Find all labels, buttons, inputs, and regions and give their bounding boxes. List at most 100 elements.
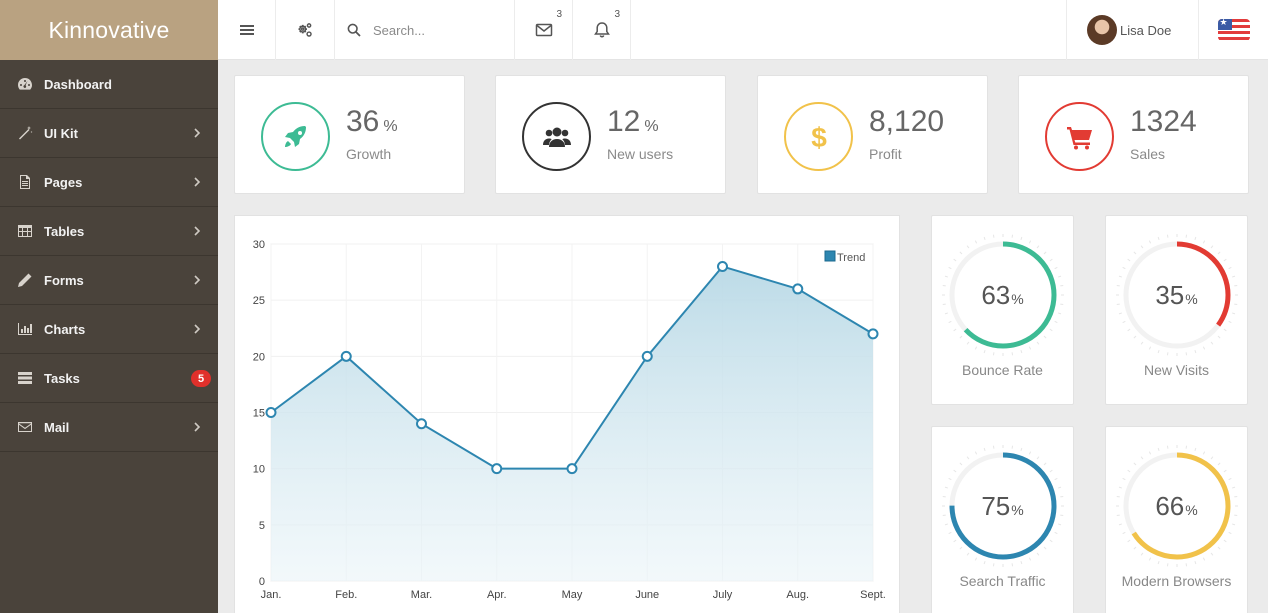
gauge-tick xyxy=(1118,312,1122,315)
settings-button[interactable] xyxy=(276,0,335,60)
gauge-tick xyxy=(1228,266,1232,270)
cart-icon xyxy=(1045,102,1114,171)
gauge-tick xyxy=(1036,245,1040,249)
stat-label: Growth xyxy=(346,146,392,162)
gauge-tick xyxy=(1049,328,1053,332)
gauge-label: Modern Browsers xyxy=(1121,573,1232,589)
sidebar-item-pages[interactable]: Pages xyxy=(0,158,218,207)
legend-label: Trend xyxy=(837,252,865,264)
gauge-tick xyxy=(1127,258,1131,262)
stat-value: 36% xyxy=(346,105,398,138)
stat-value: 8,120 xyxy=(869,105,945,138)
menu-toggle-button[interactable] xyxy=(218,0,276,60)
notifications-button[interactable]: 3 xyxy=(573,0,631,60)
sidebar-item-forms[interactable]: Forms xyxy=(0,256,218,305)
sidebar-item-charts[interactable]: Charts xyxy=(0,305,218,354)
stat-card-profit: $ 8,120 Profit xyxy=(757,75,988,194)
bar-chart-icon xyxy=(16,321,34,337)
language-selector[interactable] xyxy=(1198,0,1268,60)
users-icon xyxy=(522,102,591,171)
gauge-tick xyxy=(1043,335,1047,339)
data-point[interactable] xyxy=(641,350,653,362)
gauge-tick xyxy=(1223,258,1227,262)
search-icon xyxy=(347,23,361,37)
gauge-tick xyxy=(944,275,948,278)
gauge-tick xyxy=(1118,486,1122,489)
sidebar-item-dashboard[interactable]: Dashboard xyxy=(0,60,218,109)
gauge-tick xyxy=(1058,486,1062,489)
data-point[interactable] xyxy=(265,407,277,418)
gauge-bounce-rate: 63% Bounce Rate xyxy=(931,215,1074,405)
tasks-icon xyxy=(16,370,34,386)
gauge-tick xyxy=(1058,523,1062,526)
user-name: Lisa Doe xyxy=(1120,22,1172,38)
data-point[interactable] xyxy=(717,260,728,272)
sidebar-item-label: Forms xyxy=(44,272,84,288)
gauge-tick xyxy=(1043,546,1047,550)
gauge-tick xyxy=(1223,328,1227,332)
search-input[interactable] xyxy=(373,22,503,38)
y-tick-label: 0 xyxy=(259,576,265,588)
search-box xyxy=(335,0,515,60)
notifications-count: 3 xyxy=(614,9,620,20)
sidebar-item-ui-kit[interactable]: UI Kit xyxy=(0,109,218,158)
gauge-tick xyxy=(1054,531,1058,535)
pencil-icon xyxy=(16,272,34,288)
stat-label: Profit xyxy=(869,146,902,162)
gauge-tick xyxy=(1228,531,1232,535)
stat-label: New users xyxy=(607,146,674,162)
x-tick-label: May xyxy=(562,589,583,601)
sidebar-item-label: UI Kit xyxy=(44,125,78,141)
gauge-tick xyxy=(1232,312,1236,315)
gauge-tick xyxy=(1122,266,1126,270)
data-point[interactable] xyxy=(867,328,879,340)
gauge-tick xyxy=(1036,341,1040,345)
gauge-tick xyxy=(983,447,986,451)
gauge-tick xyxy=(1118,275,1122,278)
gauge-new-visits: 35% New Visits xyxy=(1105,215,1248,405)
gauge-tick xyxy=(1210,456,1214,460)
gauge-tick xyxy=(1202,240,1206,244)
gauge-tick xyxy=(1036,552,1040,556)
brand-logo[interactable]: Kinnovative xyxy=(0,0,218,60)
gauge-search-traffic: 75% Search Traffic xyxy=(931,426,1074,613)
sidebar-item-label: Mail xyxy=(44,419,70,435)
gauge-tick xyxy=(1140,456,1144,460)
gauge-tick xyxy=(1228,320,1232,324)
gauge-tick xyxy=(1054,477,1058,481)
hamburger-icon xyxy=(239,25,254,35)
avatar xyxy=(1087,15,1117,45)
data-point[interactable] xyxy=(491,463,503,475)
gauge-tick xyxy=(1028,346,1032,350)
chevron-right-icon xyxy=(192,322,202,336)
gauge-tick xyxy=(1194,447,1197,451)
gauge-tick xyxy=(959,462,963,466)
data-point[interactable] xyxy=(416,418,427,430)
sidebar-item-tasks[interactable]: Tasks 5 xyxy=(0,354,218,403)
user-menu[interactable]: Lisa Doe xyxy=(1066,0,1171,60)
gauge-tick xyxy=(966,552,970,556)
gauge-tick xyxy=(948,266,952,270)
gauge-tick xyxy=(1232,523,1236,526)
x-tick-label: Jan. xyxy=(261,589,282,601)
dollar-icon: $ xyxy=(784,102,853,171)
data-point[interactable] xyxy=(340,350,352,362)
gauge-tick xyxy=(948,320,952,324)
sidebar-item-tables[interactable]: Tables xyxy=(0,207,218,256)
gauge-tick xyxy=(1127,539,1131,543)
data-point[interactable] xyxy=(566,463,578,475)
messages-button[interactable]: 3 xyxy=(515,0,573,60)
gauge-tick xyxy=(959,546,963,550)
gauge-tick xyxy=(1127,328,1131,332)
gauge-tick xyxy=(1157,561,1160,565)
gauge-tick xyxy=(1232,486,1236,489)
gauge-tick xyxy=(1049,539,1053,543)
gauge-tick xyxy=(974,346,978,350)
gauge-tick xyxy=(1122,531,1126,535)
sidebar-item-mail[interactable]: Mail xyxy=(0,403,218,452)
gauge-tick xyxy=(1140,552,1144,556)
data-point[interactable] xyxy=(792,283,804,295)
sidebar-item-label: Tasks xyxy=(44,370,80,386)
gauge-tick xyxy=(966,245,970,249)
gauge-tick xyxy=(1194,236,1197,240)
